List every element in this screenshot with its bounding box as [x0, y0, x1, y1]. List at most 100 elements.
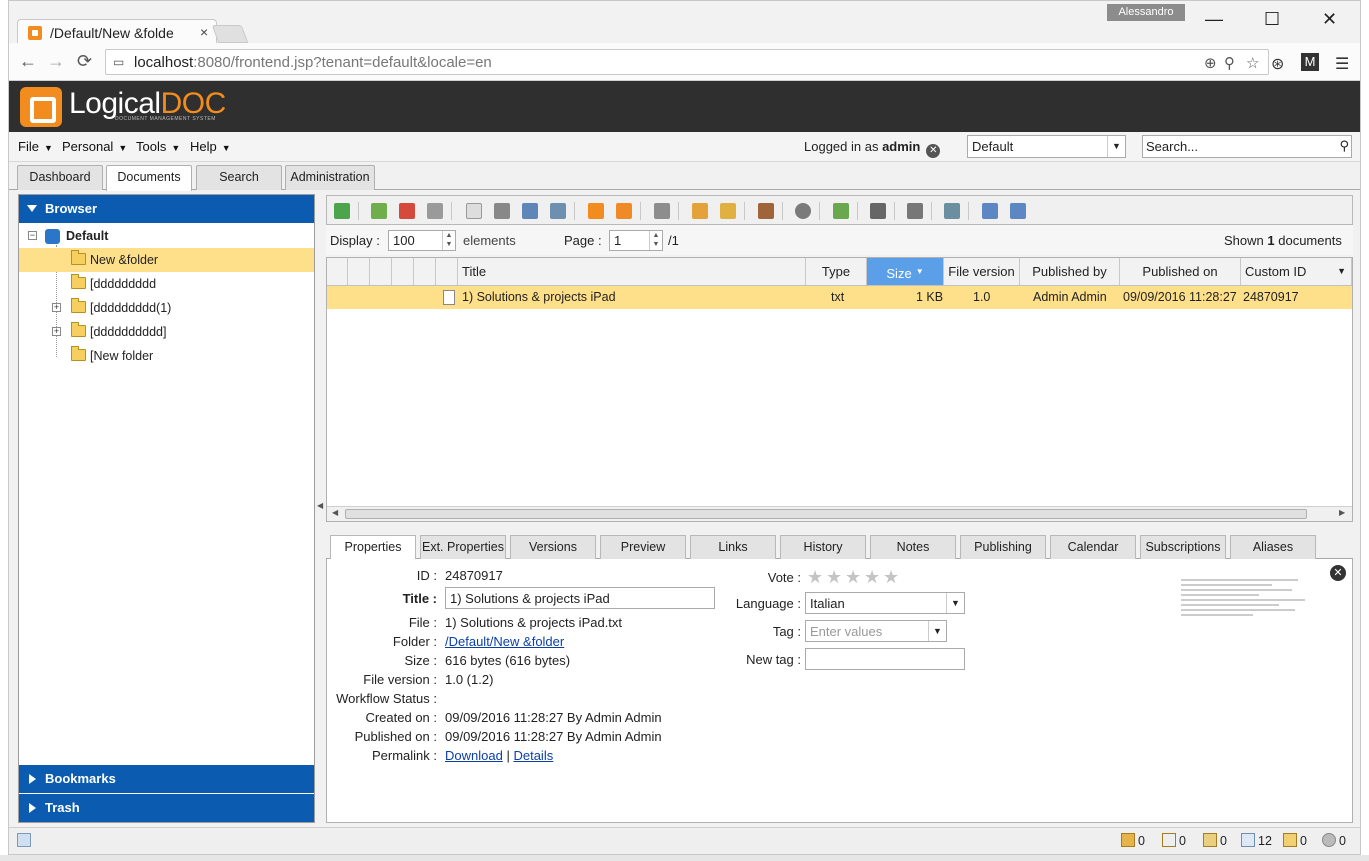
column-published-by[interactable]: Published by	[1020, 258, 1120, 285]
workspace-select[interactable]: Default ▼	[967, 135, 1126, 158]
page-info-icon[interactable]: ▭	[113, 55, 124, 69]
mail-extension-icon[interactable]: M	[1301, 53, 1319, 71]
reload-icon[interactable]: ⟳	[77, 51, 92, 72]
notes-icon[interactable]	[17, 833, 34, 848]
table-row[interactable]: 1) Solutions & projects iPad txt 1 KB 1.…	[327, 286, 1352, 309]
logout-icon[interactable]: ✕	[926, 144, 941, 158]
tag-select[interactable]: Enter values ▼	[805, 620, 947, 642]
splitter-collapse-icon[interactable]: ◀	[317, 501, 323, 510]
add-to-calendar-icon[interactable]	[833, 203, 849, 219]
clipboard-counter[interactable]: 0	[1121, 833, 1145, 848]
column-size[interactable]: Size ▼	[867, 258, 944, 285]
tree-folder[interactable]: New &folder	[19, 248, 314, 272]
menu-personal[interactable]: Personal ▼	[62, 139, 127, 154]
browser-tab[interactable]: /Default/New &folde ×	[17, 19, 217, 45]
collapse-icon[interactable]: −	[28, 231, 37, 240]
browser-section-header[interactable]: Browser	[19, 195, 314, 223]
display-count-stepper[interactable]: 100 ▲ ▼	[388, 230, 456, 251]
tasks-counter[interactable]: 0	[1283, 833, 1307, 848]
profile-badge[interactable]: Alessandro	[1107, 4, 1185, 21]
tab-administration[interactable]: Administration	[285, 165, 375, 190]
column-icon[interactable]	[392, 258, 414, 285]
column-icon[interactable]	[370, 258, 392, 285]
close-details-icon[interactable]: ✕	[1330, 565, 1346, 581]
title-field[interactable]: 1) Solutions & projects iPad	[445, 587, 715, 609]
zoom-icon[interactable]: ⊕	[1204, 54, 1217, 72]
tab-documents[interactable]: Documents	[106, 165, 192, 191]
checkout-icon[interactable]	[720, 203, 736, 219]
star-icon[interactable]: ★	[845, 567, 861, 588]
maximize-button[interactable]: ☐	[1264, 9, 1280, 30]
extension-icon[interactable]: ⊛	[1271, 54, 1284, 74]
bookmarks-section-header[interactable]: Bookmarks	[19, 765, 314, 793]
tab-close-icon[interactable]: ×	[200, 24, 208, 40]
tab-versions[interactable]: Versions	[510, 535, 596, 559]
column-type[interactable]: Type	[806, 258, 867, 285]
locked-counter[interactable]: 0	[1162, 833, 1186, 848]
column-menu-icon[interactable]: ▼	[1337, 258, 1346, 285]
column-file-version[interactable]: File version	[944, 258, 1020, 285]
tab-search[interactable]: Search	[196, 165, 282, 190]
tab-properties[interactable]: Properties	[330, 535, 416, 559]
download-link[interactable]: Download	[445, 748, 503, 763]
convert-icon[interactable]	[427, 203, 443, 219]
folder-link[interactable]: /Default/New &folder	[445, 634, 564, 649]
bookmark-add-icon[interactable]	[654, 203, 670, 219]
tree-folder[interactable]: [ddddddddd	[19, 272, 314, 296]
scroll-left-icon[interactable]: ◀	[332, 508, 338, 517]
new-tab-button[interactable]	[211, 25, 249, 43]
download-icon[interactable]	[371, 203, 387, 219]
column-icon[interactable]	[414, 258, 436, 285]
stepper-arrows-icon[interactable]: ▲ ▼	[649, 231, 662, 250]
tab-preview[interactable]: Preview	[600, 535, 686, 559]
email-icon[interactable]	[550, 203, 566, 219]
column-icon[interactable]	[436, 258, 458, 285]
horizontal-scrollbar[interactable]: ◀ ▶	[327, 506, 1352, 521]
tab-history[interactable]: History	[780, 535, 866, 559]
export-icon[interactable]	[944, 203, 960, 219]
star-icon[interactable]: ★	[826, 567, 842, 588]
checked-out-counter[interactable]: 0	[1203, 833, 1227, 848]
page-stepper[interactable]: 1 ▲ ▼	[609, 230, 663, 251]
menu-tools[interactable]: Tools ▼	[136, 139, 180, 154]
search-input[interactable]	[1143, 136, 1329, 156]
tree-folder[interactable]: + [ddddddddd(1)	[19, 296, 314, 320]
column-icon[interactable]	[327, 258, 348, 285]
filter-icon[interactable]	[870, 203, 886, 219]
expand-icon[interactable]: +	[52, 303, 61, 312]
pdf-icon[interactable]	[399, 203, 415, 219]
tree-folder[interactable]: + [dddddddddd]	[19, 320, 314, 344]
print-icon[interactable]	[907, 203, 923, 219]
tab-subscriptions[interactable]: Subscriptions	[1140, 535, 1226, 559]
tree-root-default[interactable]: − Default	[19, 224, 314, 248]
tab-links[interactable]: Links	[690, 535, 776, 559]
tab-publishing[interactable]: Publishing	[960, 535, 1046, 559]
column-published-on[interactable]: Published on	[1120, 258, 1241, 285]
tab-notes[interactable]: Notes	[870, 535, 956, 559]
vote-stars[interactable]: ★ ★ ★ ★ ★	[807, 567, 907, 587]
star-icon[interactable]: ★	[807, 567, 823, 588]
subscribe-icon[interactable]	[588, 203, 604, 219]
tab-dashboard[interactable]: Dashboard	[17, 165, 103, 190]
minimize-button[interactable]: —	[1205, 9, 1223, 30]
document-thumbnail[interactable]	[1181, 579, 1311, 629]
star-icon[interactable]: ★	[864, 567, 880, 588]
tab-calendar[interactable]: Calendar	[1050, 535, 1136, 559]
search-icon[interactable]: ⚲	[1339, 138, 1349, 154]
scroll-thumb[interactable]	[345, 509, 1307, 519]
tree-folder[interactable]: [New folder	[19, 344, 314, 368]
url-input[interactable]: ▭ localhost:8080/frontend.jsp?tenant=def…	[105, 49, 1269, 75]
trash-section-header[interactable]: Trash	[19, 794, 314, 822]
tab-ext-properties[interactable]: Ext. Properties	[420, 535, 506, 559]
language-select[interactable]: Italian ▼	[805, 592, 965, 614]
stamp-icon[interactable]	[758, 203, 774, 219]
menu-help[interactable]: Help ▼	[190, 139, 231, 154]
pin-icon[interactable]: ⚲	[1224, 54, 1235, 72]
messages-counter[interactable]: 12	[1241, 833, 1272, 848]
automation-gear-icon[interactable]	[795, 203, 811, 219]
search-field[interactable]: ⚲	[1142, 135, 1352, 158]
chrome-menu-icon[interactable]: ☰	[1335, 54, 1349, 74]
list-view-icon[interactable]	[982, 203, 998, 219]
gallery-view-icon[interactable]	[1010, 203, 1026, 219]
rss-icon[interactable]	[616, 203, 632, 219]
